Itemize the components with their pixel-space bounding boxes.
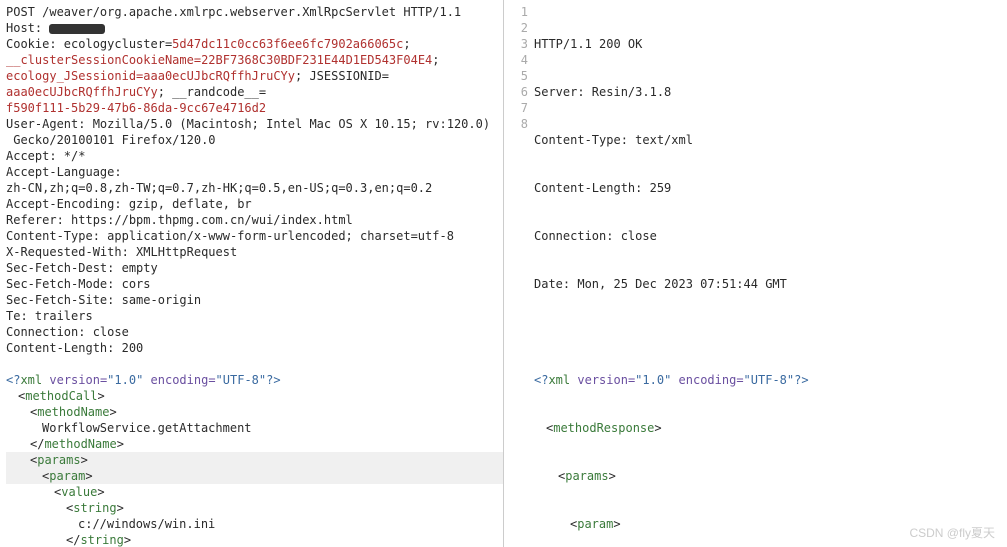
header-accept-language: Accept-Language: — [6, 164, 503, 180]
header-cookie-4: aaa0ecUJbcRQffhJruCYy; __randcode__= — [6, 84, 503, 100]
req-string-text: c://windows/win.ini — [6, 516, 503, 532]
req-string-open: <string> — [6, 500, 503, 516]
redacted-host — [49, 24, 105, 34]
header-referer: Referer: https://bpm.thpmg.com.cn/wui/in… — [6, 212, 503, 228]
header-content-length: Content-Length: 200 — [6, 340, 503, 356]
header-cookie: Cookie: ecologycluster=5d47dc11c0cc63f6e… — [6, 36, 503, 52]
req-xml-pi: <?xml version="1.0" encoding="UTF-8"?> — [6, 372, 503, 388]
request-line: POST /weaver/org.apache.xmlrpc.webserver… — [6, 4, 503, 20]
split-view: POST /weaver/org.apache.xmlrpc.webserver… — [0, 0, 1007, 547]
response-code: HTTP/1.1 200 OK Server: Resin/3.1.8 Cont… — [534, 4, 1007, 543]
req-methodname-open: <methodName> — [6, 404, 503, 420]
request-pane[interactable]: POST /weaver/org.apache.xmlrpc.webserver… — [0, 0, 504, 547]
resp-content-type: Content-Type: text/xml — [534, 132, 1007, 148]
line-gutter: 1 2 3 4 5 6 7 8 — [510, 4, 534, 543]
response-pane[interactable]: 1 2 3 4 5 6 7 8 HTTP/1.1 200 OK Server: … — [504, 0, 1007, 547]
header-sec-fetch-mode: Sec-Fetch-Mode: cors — [6, 276, 503, 292]
header-cookie-2: __clusterSessionCookieName=22BF7368C30BD… — [6, 52, 503, 68]
response-status: HTTP/1.1 200 OK — [534, 36, 1007, 52]
req-methodname-text: WorkflowService.getAttachment — [6, 420, 503, 436]
req-methodname-close: </methodName> — [6, 436, 503, 452]
header-sec-fetch-dest: Sec-Fetch-Dest: empty — [6, 260, 503, 276]
header-host: Host: — [6, 20, 503, 36]
resp-connection: Connection: close — [534, 228, 1007, 244]
req-params-open: <params> — [6, 452, 503, 468]
header-accept-language-2: zh-CN,zh;q=0.8,zh-TW;q=0.7,zh-HK;q=0.5,e… — [6, 180, 503, 196]
header-cookie-5: f590f111-5b29-47b6-86da-9cc67e4716d2 — [6, 100, 503, 116]
resp-server: Server: Resin/3.1.8 — [534, 84, 1007, 100]
header-accept-encoding: Accept-Encoding: gzip, deflate, br — [6, 196, 503, 212]
req-methodcall-open: <methodCall> — [6, 388, 503, 404]
req-string-close: </string> — [6, 532, 503, 547]
header-accept: Accept: */* — [6, 148, 503, 164]
header-cookie-3: ecology_JSessionid=aaa0ecUJbcRQffhJruCYy… — [6, 68, 503, 84]
req-value-open: <value> — [6, 484, 503, 500]
header-content-type: Content-Type: application/x-www-form-url… — [6, 228, 503, 244]
resp-methodresponse-open: <methodResponse> — [534, 420, 1007, 436]
header-user-agent: User-Agent: Mozilla/5.0 (Macintosh; Inte… — [6, 116, 503, 132]
resp-params-open: <params> — [534, 468, 1007, 484]
resp-param-open: <param> — [534, 516, 1007, 532]
resp-content-length: Content-Length: 259 — [534, 180, 1007, 196]
header-user-agent-2: Gecko/20100101 Firefox/120.0 — [6, 132, 503, 148]
header-x-requested-with: X-Requested-With: XMLHttpRequest — [6, 244, 503, 260]
header-sec-fetch-site: Sec-Fetch-Site: same-origin — [6, 292, 503, 308]
header-te: Te: trailers — [6, 308, 503, 324]
resp-xml-pi: <?xml version="1.0" encoding="UTF-8"?> — [534, 372, 1007, 388]
header-connection: Connection: close — [6, 324, 503, 340]
req-param-open: <param> — [6, 468, 503, 484]
blank — [6, 356, 503, 372]
resp-date: Date: Mon, 25 Dec 2023 07:51:44 GMT — [534, 276, 1007, 292]
blank — [534, 324, 1007, 340]
